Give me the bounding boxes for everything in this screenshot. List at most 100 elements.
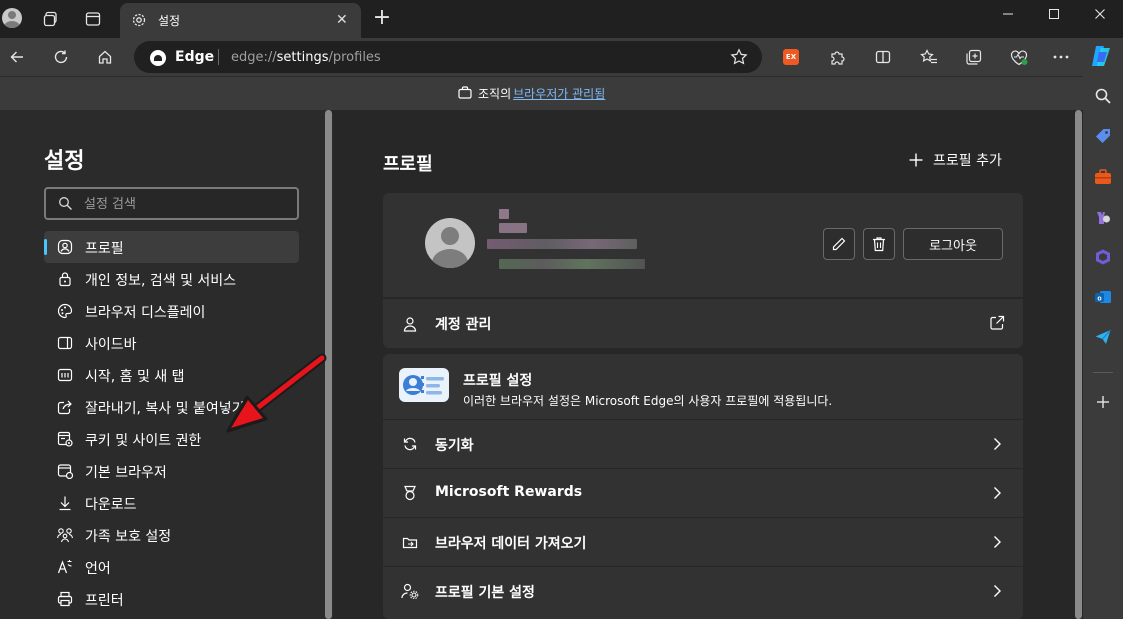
microsoft-rewards-row[interactable]: Microsoft Rewards: [383, 469, 1023, 518]
profile-avatar-button[interactable]: [2, 8, 22, 28]
profile-settings-subtitle: 이러한 브라우저 설정은 Microsoft Edge의 사용자 프로필에 적용…: [463, 394, 833, 408]
add-profile-button[interactable]: 프로필 추가: [909, 150, 1002, 170]
close-tab-icon[interactable]: ✕: [336, 12, 348, 28]
settings-nav-scrollbar[interactable]: [324, 110, 333, 619]
maximize-button[interactable]: [1031, 0, 1077, 28]
profile-icon: [56, 238, 74, 256]
site-label: Edge: [175, 49, 215, 65]
pencil-icon: [832, 237, 846, 251]
rewards-icon: [400, 483, 420, 503]
microsoft-365-icon[interactable]: [1091, 245, 1115, 269]
logout-button[interactable]: 로그아웃: [903, 228, 1003, 260]
managed-browser-link[interactable]: 브라우저가 관리됨: [513, 85, 605, 102]
more-options-icon[interactable]: [1048, 44, 1074, 70]
printer-icon: [56, 590, 74, 608]
page-title: 프로필: [383, 154, 433, 175]
sidebar-item-cookies[interactable]: 쿠키 및 사이트 권한: [44, 423, 299, 455]
sync-icon: [400, 434, 420, 454]
favorites-icon[interactable]: [916, 44, 942, 70]
split-screen-icon[interactable]: [870, 44, 896, 70]
back-arrow-icon[interactable]: [4, 44, 30, 70]
sidebar-item-profile[interactable]: 프로필: [44, 231, 299, 263]
extension-orange-icon[interactable]: EX: [778, 44, 804, 70]
chevron-right-icon: [989, 534, 1005, 550]
tools-icon[interactable]: [1091, 165, 1115, 189]
home-tab-icon: [56, 366, 74, 384]
refresh-icon[interactable]: [48, 44, 74, 70]
sidebar-item-printers[interactable]: 프린터: [44, 583, 299, 615]
managed-by-org-banner: 조직의 브라우저가 관리됨: [0, 76, 1083, 110]
profile-avatar: [425, 218, 475, 268]
sidebar-item-languages[interactable]: 언어: [44, 551, 299, 583]
cookie-icon: [56, 430, 74, 448]
gear-icon: [131, 12, 147, 32]
profile-pref-icon: [400, 581, 420, 601]
browser-essentials-icon[interactable]: [1006, 44, 1032, 70]
shopping-tag-icon[interactable]: [1091, 124, 1115, 148]
sync-row[interactable]: 동기화: [383, 420, 1023, 469]
lock-icon: [56, 270, 74, 288]
palette-icon: [56, 302, 74, 320]
address-bar[interactable]: Edge edge://settings/profiles: [134, 41, 762, 73]
profile-settings-illustration-icon: [399, 368, 449, 402]
workspaces-icon[interactable]: [38, 6, 64, 32]
sidebar-item-share-copy-paste[interactable]: 잘라내기, 복사 및 붙여넣기: [44, 391, 299, 423]
settings-sidebar: 설정 프로필 개인 정보, 검색 및 서비스 브라우저 디스플레이 사이드바: [0, 110, 333, 619]
extensions-puzzle-icon[interactable]: [824, 44, 850, 70]
navigation-toolbar: Edge edge://settings/profiles EX: [0, 38, 1123, 76]
tab-strip: 설정 ✕ +: [0, 0, 1123, 38]
browser-icon: [56, 462, 74, 480]
sidebar-item-appearance[interactable]: 브라우저 디스플레이: [44, 295, 299, 327]
sidebar-item-sidebar[interactable]: 사이드바: [44, 327, 299, 359]
trash-icon: [873, 237, 885, 252]
edge-sidebar: o: [1083, 76, 1123, 619]
chevron-right-icon: [989, 436, 1005, 452]
svg-text:o: o: [1097, 295, 1101, 302]
close-window-button[interactable]: [1077, 0, 1123, 28]
main-scrollbar[interactable]: [1074, 110, 1083, 619]
profile-settings-header: 프로필 설정 이러한 브라우저 설정은 Microsoft Edge의 사용자 …: [383, 354, 1023, 420]
favorite-star-icon[interactable]: [730, 48, 748, 70]
search-icon: [58, 196, 73, 215]
manage-account-label: 계정 관리: [435, 317, 492, 333]
import-icon: [400, 532, 420, 552]
minimize-button[interactable]: [985, 0, 1031, 28]
sidebar-item-family[interactable]: 가족 보호 설정: [44, 519, 299, 551]
sidebar-item-default-browser[interactable]: 기본 브라우저: [44, 455, 299, 487]
settings-search-input[interactable]: [84, 194, 284, 214]
outlook-icon[interactable]: o: [1091, 285, 1115, 309]
profile-settings-title: 프로필 설정: [463, 373, 533, 389]
send-drop-icon[interactable]: [1091, 325, 1115, 349]
import-browser-data-row[interactable]: 브라우저 데이터 가져오기: [383, 518, 1023, 567]
tab-title: 설정: [158, 14, 181, 28]
profile-preferences-row[interactable]: 프로필 기본 설정: [383, 567, 1023, 616]
search-icon[interactable]: [1091, 84, 1115, 108]
sidebar-item-start-home[interactable]: 시작, 홈 및 새 탭: [44, 359, 299, 391]
chevron-right-icon: [989, 485, 1005, 501]
add-sidebar-app-icon[interactable]: [1091, 390, 1115, 414]
new-tab-button[interactable]: +: [371, 6, 393, 32]
delete-profile-button[interactable]: [863, 228, 895, 260]
edge-logo-icon: [150, 50, 166, 66]
copilot-icon[interactable]: [1088, 44, 1114, 68]
sidebar-item-privacy[interactable]: 개인 정보, 검색 및 서비스: [44, 263, 299, 295]
sidebar-item-downloads[interactable]: 다운로드: [44, 487, 299, 519]
profiles-page: 프로필 프로필 추가 로그아웃 계정 관리 프로필 설정 이러한 브라우저 설정…: [333, 110, 1083, 619]
tab-settings[interactable]: 설정 ✕: [120, 3, 361, 38]
profile-card: 로그아웃: [383, 193, 1023, 297]
home-icon[interactable]: [92, 44, 118, 70]
open-external-icon: [989, 315, 1005, 331]
settings-search-box[interactable]: [44, 187, 299, 220]
sidebar-divider: [1093, 372, 1113, 373]
url-text[interactable]: edge://settings/profiles: [231, 50, 381, 65]
briefcase-icon: [458, 85, 472, 102]
address-divider: [218, 49, 219, 65]
vertical-tabs-icon[interactable]: [80, 6, 106, 32]
manage-account-row[interactable]: 계정 관리: [383, 298, 1023, 348]
settings-title: 설정: [44, 149, 85, 174]
edit-profile-button[interactable]: [823, 228, 855, 260]
family-icon: [56, 526, 74, 544]
collections-icon[interactable]: [960, 44, 986, 70]
games-icon[interactable]: [1091, 205, 1115, 229]
chevron-right-icon: [989, 583, 1005, 599]
